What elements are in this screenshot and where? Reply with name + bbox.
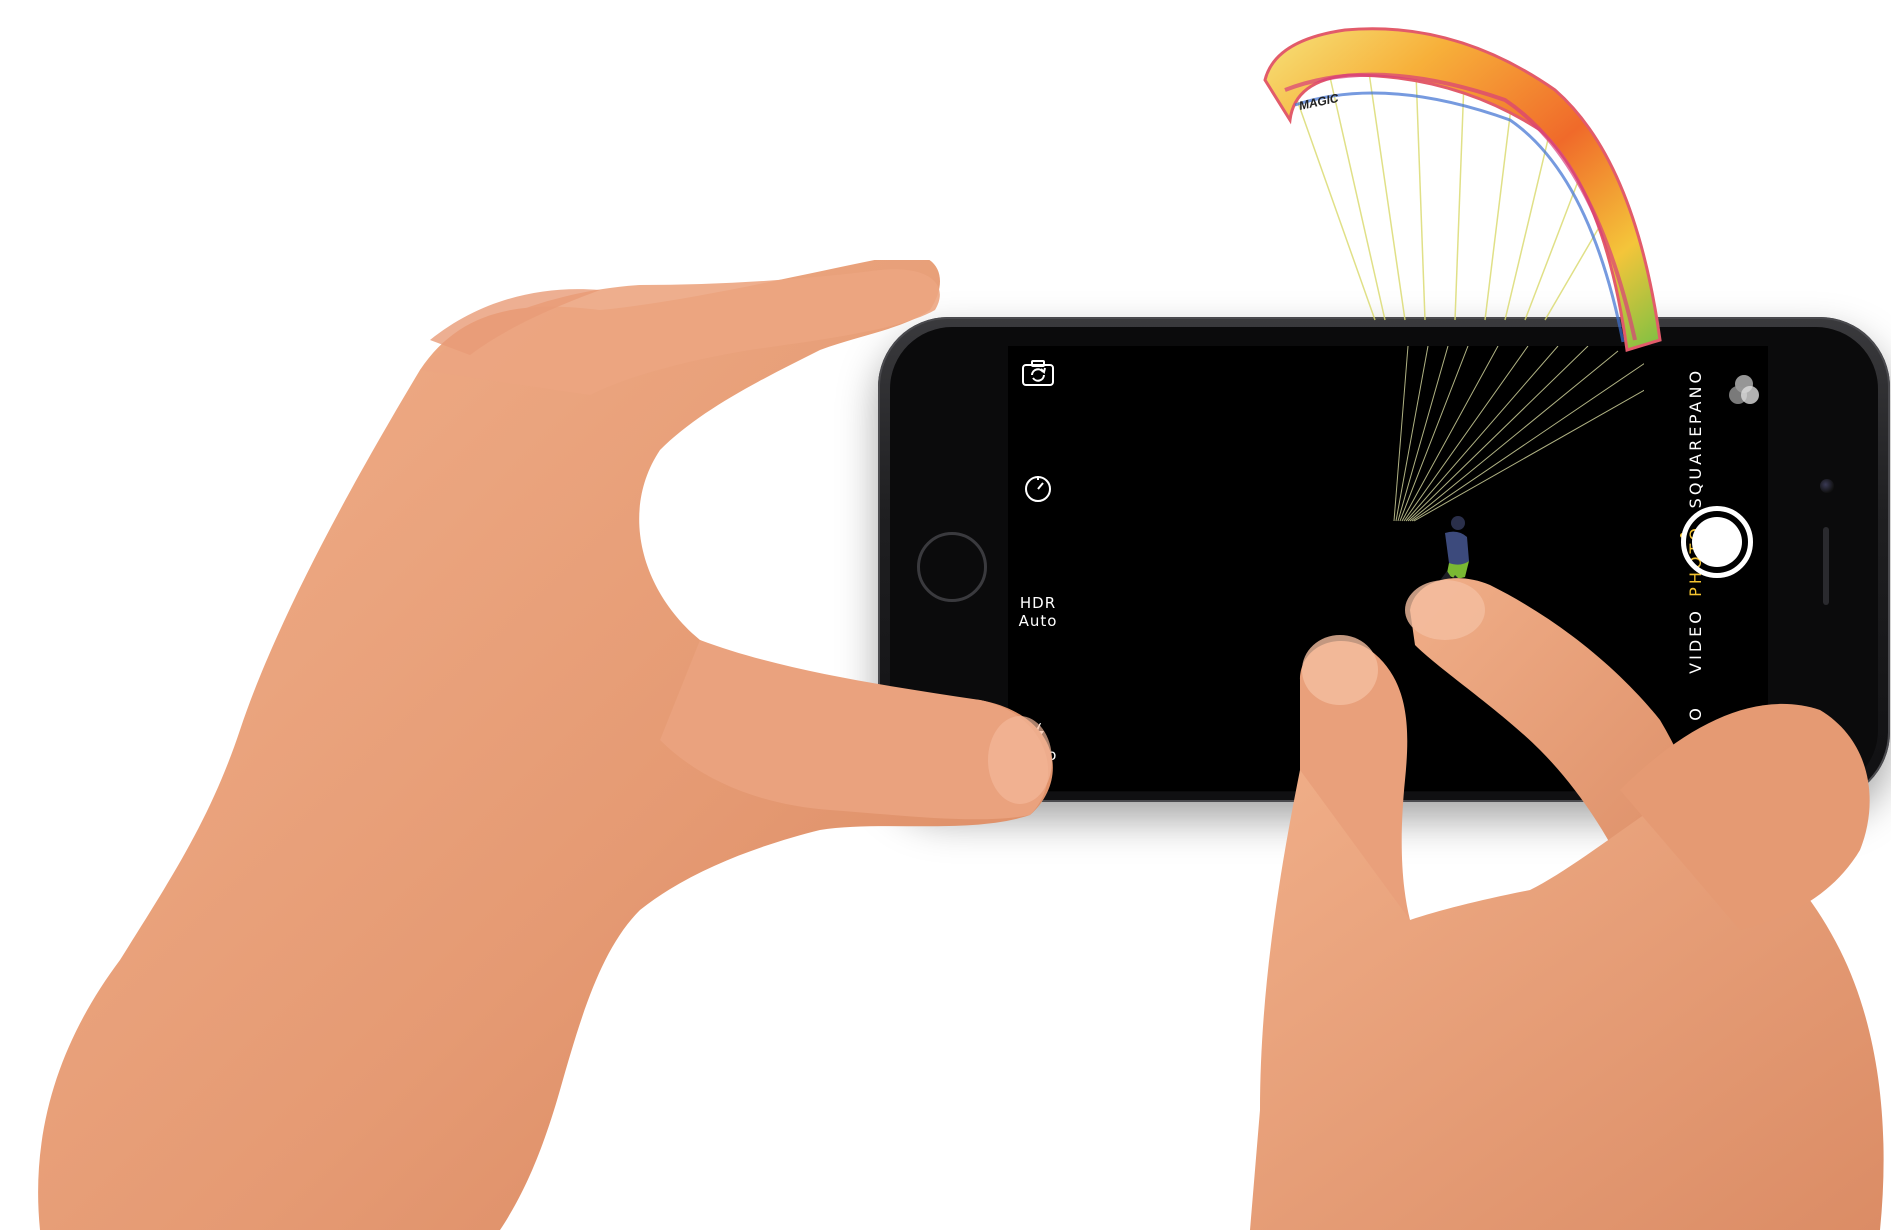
camera-scene: HDR Auto Auto (0, 0, 1891, 1230)
canopy-brand-text: MAGIC (1298, 91, 1340, 113)
front-camera (1820, 479, 1834, 493)
shutter-button[interactable] (1681, 506, 1753, 578)
left-hand (38, 260, 1053, 1230)
mode-square[interactable]: SQUARE (1686, 416, 1706, 516)
right-hand (1250, 578, 1884, 1230)
filters-button[interactable] (1726, 372, 1762, 408)
filters-icon (1729, 375, 1759, 404)
shutter-core (1692, 517, 1742, 567)
paraglider-canopy: MAGIC (1263, 27, 1662, 352)
